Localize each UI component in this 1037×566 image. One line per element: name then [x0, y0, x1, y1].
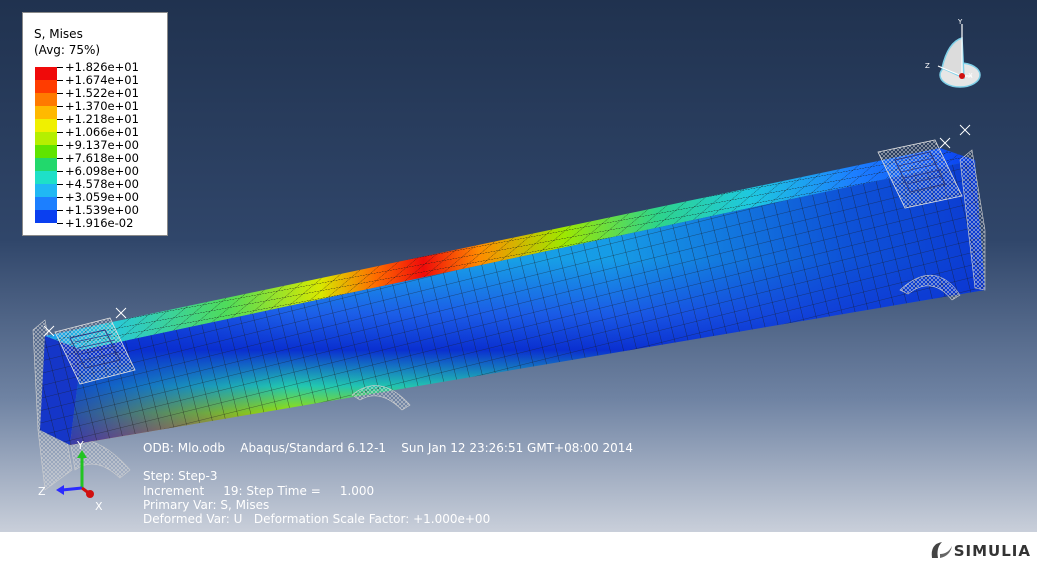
legend-swatch: [35, 93, 57, 106]
view-triad-y-label: Y: [957, 18, 963, 26]
legend-tick: [57, 158, 63, 159]
increment-info: Increment 19: Step Time = 1.000: [143, 483, 375, 498]
triad-y-label: Y: [76, 439, 84, 452]
primary-var-info: Primary Var: S, Mises: [143, 497, 270, 512]
legend-tick: [57, 80, 63, 81]
legend-tick: [57, 119, 63, 120]
legend-tick: [57, 67, 63, 68]
model-viewport[interactable]: Y Z X Y Z X S, Mises (Avg: 75%) +1.826e+…: [0, 0, 1037, 532]
triad-z-label: Z: [38, 485, 46, 498]
step-info: Step: Step-3: [143, 469, 218, 484]
legend-tick: [57, 210, 63, 211]
legend-swatch: [35, 210, 57, 223]
view-triad[interactable]: Y Z X: [925, 18, 981, 88]
brand-name: SIMULIA: [953, 542, 1031, 560]
legend-swatch: [35, 184, 57, 197]
legend-swatch: [35, 158, 57, 171]
legend-tick: [57, 132, 63, 133]
triad-x-label: X: [95, 500, 103, 513]
legend-swatch: [35, 197, 57, 210]
footer-bar: [0, 532, 1037, 566]
legend-tick: [57, 106, 63, 107]
odb-info: ODB: Mlo.odb Abaqus/Standard 6.12-1 Sun …: [143, 441, 634, 455]
legend-subtitle: (Avg: 75%): [34, 43, 101, 57]
legend-value-label: +1.916e-02: [65, 216, 134, 230]
legend-tick: [57, 171, 63, 172]
legend-swatch: [35, 67, 57, 80]
view-triad-x-label: X: [968, 72, 973, 80]
ds-logo-icon: [931, 542, 952, 558]
legend-swatch: [35, 106, 57, 119]
contour-legend: S, Mises (Avg: 75%) +1.826e+01 +1.674e+01…: [22, 12, 168, 236]
legend-swatch: [35, 171, 57, 184]
legend-swatch: [35, 132, 57, 145]
deformed-var-info: Deformed Var: U Deformation Scale Factor…: [143, 512, 491, 527]
legend-swatch: [35, 80, 57, 93]
legend-tick: [57, 184, 63, 185]
info-block: ODB: Mlo.odb Abaqus/Standard 6.12-1 Sun …: [143, 441, 633, 526]
legend-tick: [57, 223, 63, 224]
view-triad-z-label: Z: [925, 62, 930, 70]
legend-tick: [57, 145, 63, 146]
legend-swatch: [35, 119, 57, 132]
legend-tick: [57, 93, 63, 94]
legend-title: S, Mises: [34, 27, 83, 41]
legend-tick: [57, 197, 63, 198]
legend-swatch: [35, 145, 57, 158]
